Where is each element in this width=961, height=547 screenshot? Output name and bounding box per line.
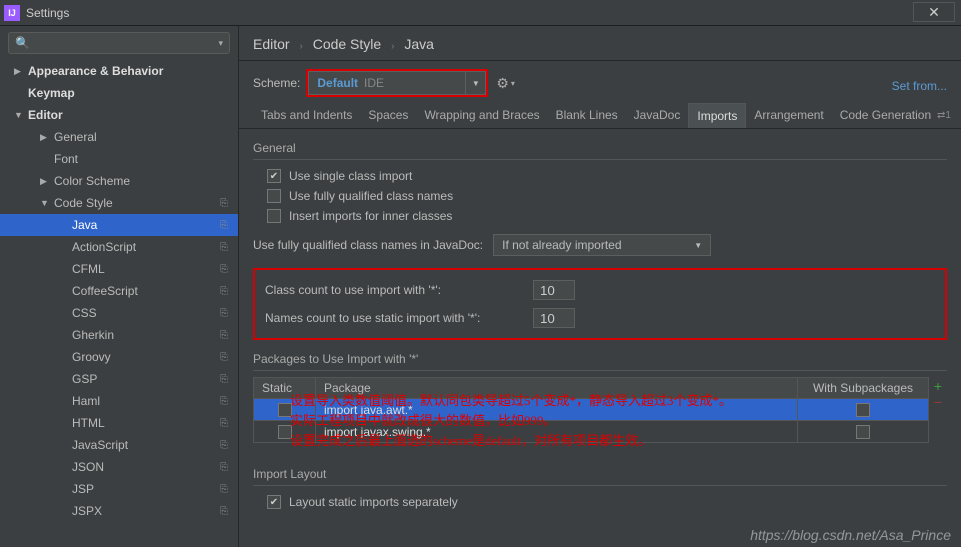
names-count-input[interactable]	[533, 308, 575, 328]
sidebar-item-cfml[interactable]: CFML⎘	[0, 258, 238, 280]
subpackages-checkbox[interactable]	[856, 403, 870, 417]
config-icon: ⎘	[220, 264, 228, 275]
sidebar-item-actionscript[interactable]: ActionScript⎘	[0, 236, 238, 258]
config-icon: ⎘	[220, 374, 228, 385]
add-package-button[interactable]: +	[930, 378, 946, 394]
chevron-down-icon: ▾	[218, 38, 223, 49]
config-icon: ⎘	[220, 198, 228, 209]
app-icon: IJ	[4, 5, 20, 21]
class-count-input[interactable]	[533, 280, 575, 300]
sidebar-item-code-style[interactable]: ▼Code Style⎘	[0, 192, 238, 214]
config-icon: ⎘	[220, 396, 228, 407]
scheme-dropdown-button[interactable]: ▼	[466, 71, 486, 95]
search-input[interactable]: 🔍 ▾	[8, 32, 230, 54]
config-icon: ⎘	[220, 220, 228, 231]
sidebar-item-html[interactable]: HTML⎘	[0, 412, 238, 434]
settings-sidebar: 🔍 ▾ ▶Appearance & BehaviorKeymap▼Editor▶…	[0, 26, 239, 547]
static-checkbox[interactable]	[278, 403, 292, 417]
tab-blank-lines[interactable]: Blank Lines	[548, 103, 626, 128]
content-area: General Use single class import Use full…	[239, 129, 961, 547]
remove-package-button[interactable]: −	[930, 394, 946, 410]
subpackages-checkbox[interactable]	[856, 425, 870, 439]
tab-javadoc[interactable]: JavaDoc	[626, 103, 689, 128]
gear-icon: ⚙	[496, 75, 509, 92]
sidebar-item-font[interactable]: Font	[0, 148, 238, 170]
static-checkbox[interactable]	[278, 425, 292, 439]
tab-wrapping-and-braces[interactable]: Wrapping and Braces	[416, 103, 547, 128]
chk-single-class-import[interactable]	[267, 169, 281, 183]
scheme-highlight-box: Default IDE ▼	[306, 69, 488, 97]
col-static: Static	[254, 378, 316, 398]
sidebar-item-json[interactable]: JSON⎘	[0, 456, 238, 478]
sidebar-item-haml[interactable]: Haml⎘	[0, 390, 238, 412]
tabs-extra[interactable]: ⇄1	[937, 110, 951, 121]
breadcrumb: Editor › Code Style › Java	[239, 26, 961, 61]
sidebar-item-gsp[interactable]: GSP⎘	[0, 368, 238, 390]
chk-fully-qualified[interactable]	[267, 189, 281, 203]
tab-imports[interactable]: Imports	[688, 103, 746, 128]
section-import-layout: Import Layout	[253, 461, 947, 483]
config-icon: ⎘	[220, 418, 228, 429]
config-icon: ⎘	[220, 352, 228, 363]
crumb-codestyle[interactable]: Code Style	[313, 36, 381, 52]
chk-inner-classes[interactable]	[267, 209, 281, 223]
tabs: Tabs and IndentsSpacesWrapping and Brace…	[239, 103, 961, 129]
config-icon: ⎘	[220, 330, 228, 341]
sidebar-item-color-scheme[interactable]: ▶Color Scheme	[0, 170, 238, 192]
close-button[interactable]: ✕	[913, 2, 955, 22]
scheme-label: Scheme:	[253, 76, 300, 90]
config-icon: ⎘	[220, 286, 228, 297]
sidebar-item-groovy[interactable]: Groovy⎘	[0, 346, 238, 368]
scheme-gear-button[interactable]: ⚙▾	[496, 75, 515, 92]
chk-layout-static[interactable]	[267, 495, 281, 509]
tab-code-generation[interactable]: Code Generation	[832, 103, 939, 128]
config-icon: ⎘	[220, 462, 228, 473]
sidebar-item-jsp[interactable]: JSP⎘	[0, 478, 238, 500]
table-row[interactable]: import java.awt.*	[253, 399, 929, 421]
packages-table: Static Package With Subpackages + − impo…	[253, 377, 947, 443]
section-packages: Packages to Use Import with '*'	[253, 346, 947, 368]
tab-arrangement[interactable]: Arrangement	[746, 103, 831, 128]
sidebar-item-css[interactable]: CSS⎘	[0, 302, 238, 324]
fqn-javadoc-label: Use fully qualified class names in JavaD…	[253, 238, 483, 252]
sidebar-item-java[interactable]: Java⎘	[0, 214, 238, 236]
col-package: Package	[316, 378, 798, 398]
config-icon: ⎘	[220, 308, 228, 319]
config-icon: ⎘	[220, 484, 228, 495]
config-icon: ⎘	[220, 242, 228, 253]
count-highlight-box: Class count to use import with '*': Name…	[253, 268, 947, 340]
tab-tabs-and-indents[interactable]: Tabs and Indents	[253, 103, 360, 128]
sidebar-item-appearance-behavior[interactable]: ▶Appearance & Behavior	[0, 60, 238, 82]
col-subpackages: With Subpackages	[798, 378, 928, 398]
fqn-javadoc-select[interactable]: If not already imported ▼	[493, 234, 711, 256]
table-row[interactable]: import javax.swing.*	[253, 421, 929, 443]
crumb-editor[interactable]: Editor	[253, 36, 290, 52]
sidebar-item-editor[interactable]: ▼Editor	[0, 104, 238, 126]
config-icon: ⎘	[220, 440, 228, 451]
main-panel: Editor › Code Style › Java Scheme: Defau…	[239, 26, 961, 547]
set-from-link[interactable]: Set from...	[892, 79, 947, 93]
names-count-label: Names count to use static import with '*…	[265, 311, 523, 325]
section-general: General	[253, 135, 947, 157]
sidebar-item-gherkin[interactable]: Gherkin⎘	[0, 324, 238, 346]
titlebar: IJ Settings ✕	[0, 0, 961, 26]
watermark: https://blog.csdn.net/Asa_Prince	[750, 527, 951, 543]
search-icon: 🔍	[15, 36, 30, 50]
window-title: Settings	[26, 6, 69, 20]
scheme-select[interactable]: Default IDE	[308, 71, 466, 95]
chevron-down-icon: ▼	[694, 241, 702, 250]
crumb-java: Java	[404, 36, 434, 52]
sidebar-item-jspx[interactable]: JSPX⎘	[0, 500, 238, 522]
tab-spaces[interactable]: Spaces	[360, 103, 416, 128]
class-count-label: Class count to use import with '*':	[265, 283, 523, 297]
sidebar-item-general[interactable]: ▶General	[0, 126, 238, 148]
sidebar-item-keymap[interactable]: Keymap	[0, 82, 238, 104]
sidebar-item-javascript[interactable]: JavaScript⎘	[0, 434, 238, 456]
sidebar-item-coffeescript[interactable]: CoffeeScript⎘	[0, 280, 238, 302]
config-icon: ⎘	[220, 506, 228, 517]
settings-tree: ▶Appearance & BehaviorKeymap▼Editor▶Gene…	[0, 58, 238, 547]
